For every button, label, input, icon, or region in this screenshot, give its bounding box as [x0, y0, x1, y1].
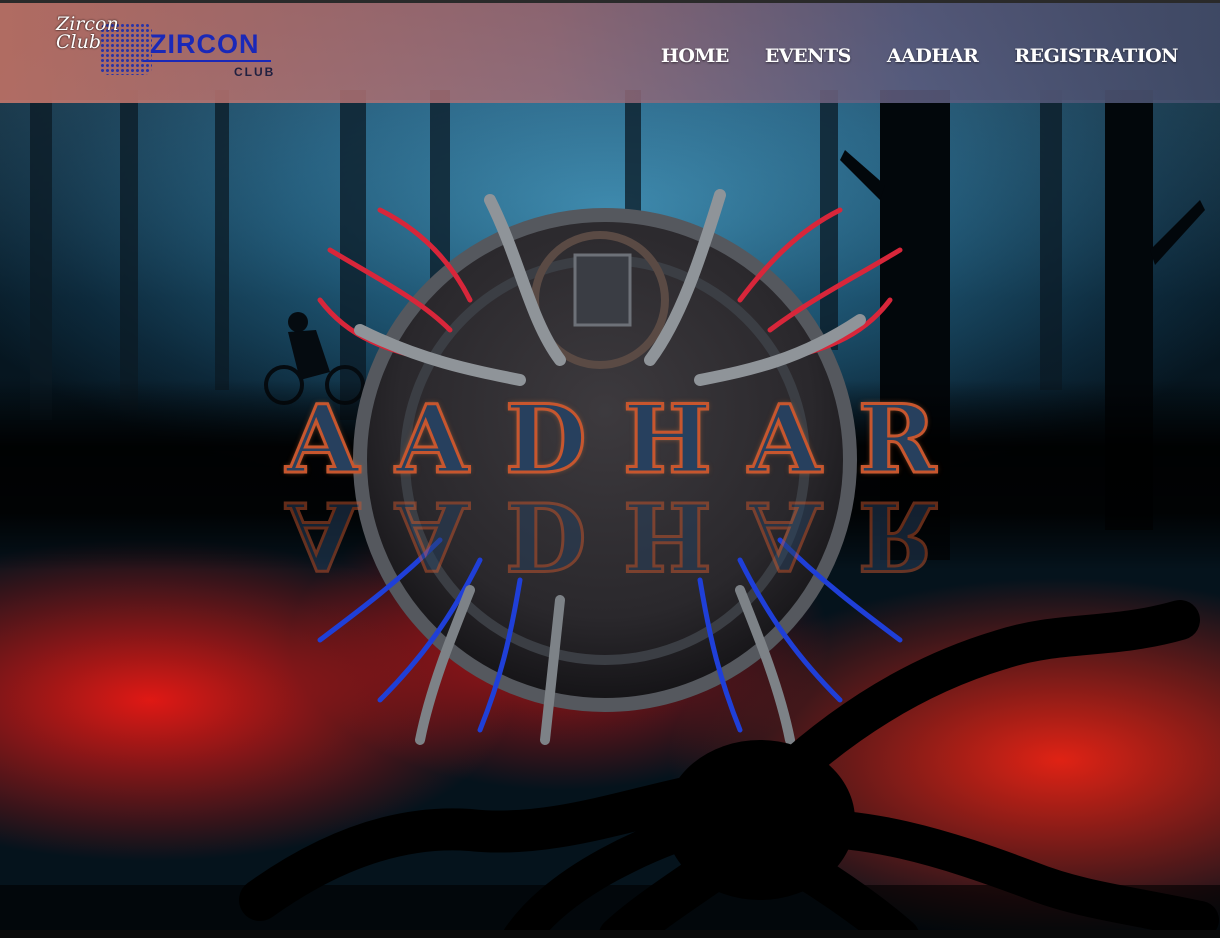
title-letter: A — [285, 384, 361, 497]
hero-title: A A D H A R — [285, 384, 938, 497]
title-reflection-letter: H — [621, 479, 713, 592]
nav-home[interactable]: HOME — [661, 45, 730, 67]
main-nav: HOME EVENTS AADHAR REGISTRATION — [661, 45, 1179, 67]
nav-events[interactable]: EVENTS — [765, 45, 851, 67]
title-reflection-letter: R — [856, 479, 937, 592]
hero-background: A A D H A R A A D H A R — [0, 0, 1220, 938]
logo-wordmark: ZIRCON — [150, 29, 260, 59]
top-navbar: Zircon Club ZIRCON CLUB HOME EVENTS AADH… — [0, 0, 1220, 103]
title-letter: A — [394, 384, 470, 497]
bottom-edge — [0, 930, 1220, 938]
hero-title-reflection: A A D H A R — [285, 479, 938, 592]
title-reflection-letter: A — [747, 479, 823, 592]
nav-registration[interactable]: REGISTRATION — [1014, 45, 1178, 67]
title-letter: A — [747, 384, 823, 497]
title-reflection-letter: A — [285, 479, 361, 592]
nav-aadhar[interactable]: AADHAR — [887, 45, 979, 67]
logo-underline — [143, 60, 271, 62]
logo-subtitle: CLUB — [234, 65, 276, 79]
title-letter: H — [621, 384, 713, 497]
logo-script-text: Zircon Club — [56, 13, 119, 53]
title-reflection-letter: A — [394, 479, 470, 592]
zircon-club-logo[interactable]: Zircon Club ZIRCON CLUB — [50, 9, 280, 83]
title-letter: R — [856, 384, 937, 497]
title-reflection-letter: D — [503, 479, 588, 592]
title-letter: D — [503, 384, 587, 497]
